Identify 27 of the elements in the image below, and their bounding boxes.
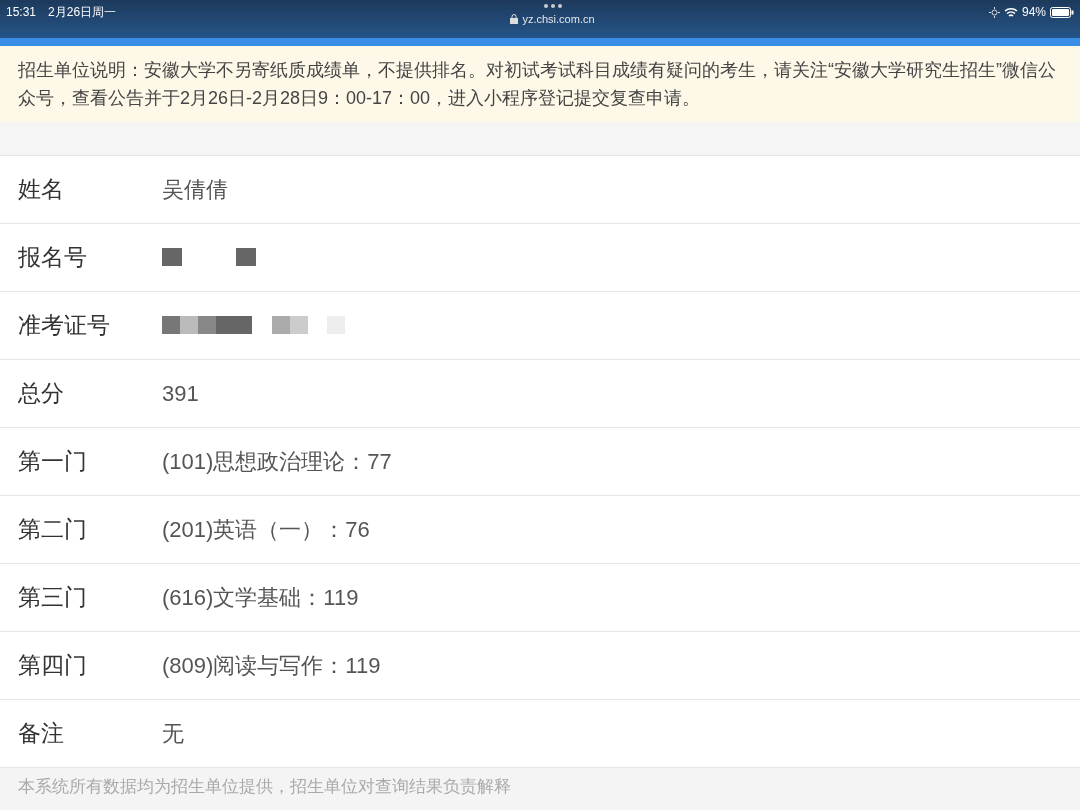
url-text[interactable]: yz.chsi.com.cn <box>522 11 595 28</box>
field-value: (616)文学基础：119 <box>162 584 359 612</box>
more-icon[interactable] <box>542 3 563 9</box>
battery-icon <box>1050 6 1074 18</box>
field-label: 总分 <box>17 379 65 409</box>
field-value: (809)阅读与写作：119 <box>162 652 381 680</box>
field-label: 第三门 <box>17 583 88 613</box>
field-label: 第二门 <box>17 515 88 545</box>
field-value: (201)英语（一）：76 <box>162 516 370 544</box>
field-label: 第一门 <box>17 447 88 477</box>
status-time: 15:31 <box>6 4 37 21</box>
footer-text: 本系统所有数据均为招生单位提供，招生单位对查询结果负责解释 <box>18 777 511 796</box>
brightness-icon <box>988 6 1000 18</box>
status-date: 2月26日周一 <box>48 4 117 21</box>
field-value: 吴倩倩 <box>162 176 228 204</box>
field-label: 报名号 <box>17 243 88 273</box>
field-label: 备注 <box>17 719 65 749</box>
battery-percent: 94% <box>1021 4 1046 21</box>
wifi-icon <box>1003 6 1018 18</box>
field-label: 准考证号 <box>17 311 111 341</box>
field-value: (101)思想政治理论：77 <box>162 448 392 476</box>
field-label: 第四门 <box>17 651 88 681</box>
field-label: 姓名 <box>17 175 65 205</box>
notice-banner: 招生单位说明：安徽大学不另寄纸质成绩单，不提供排名。对初试考试科目成绩有疑问的考生，请关注“安徽大学研究生招生”微信公众号，查看公告并于2月26日-2月28日9：00-17：00，进入小程序登记提交复查申请。 <box>0 46 1080 122</box>
field-value: 无 <box>162 720 184 748</box>
lock-icon <box>510 14 519 25</box>
field-value: 391 <box>162 380 199 408</box>
